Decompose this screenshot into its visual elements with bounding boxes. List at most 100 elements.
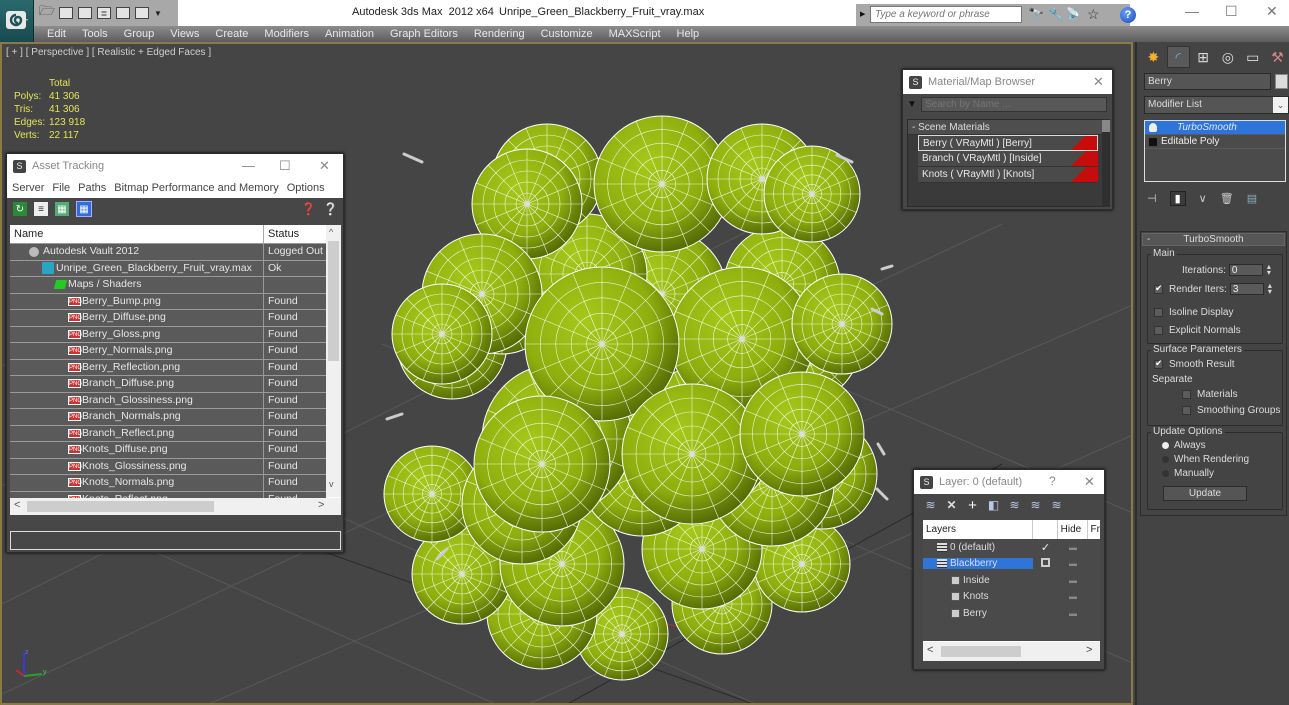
add-to-layer-icon[interactable]: + bbox=[966, 497, 979, 514]
set-current-icon[interactable] bbox=[1041, 557, 1050, 567]
keyword-search-input[interactable] bbox=[870, 6, 1022, 23]
stack-item-editable-poly[interactable]: Editable Poly bbox=[1145, 135, 1285, 149]
star-icon[interactable]: ☆ bbox=[1087, 6, 1100, 23]
display-tab-icon[interactable]: ▭ bbox=[1241, 46, 1264, 68]
menu-create[interactable]: Create bbox=[199, 28, 248, 40]
column-layers[interactable]: Layers bbox=[923, 520, 1033, 539]
hide-toggle[interactable]: ▬ bbox=[1058, 609, 1088, 618]
asset-tracking-titlebar[interactable]: S Asset Tracking — ☐ ✕ bbox=[7, 154, 343, 178]
menu-graph-editors[interactable]: Graph Editors bbox=[374, 28, 458, 40]
object-color-swatch[interactable] bbox=[1275, 74, 1288, 89]
material-item-berry[interactable]: Berry ( VRayMtl ) [Berry] bbox=[918, 135, 1098, 151]
iterations-spinner[interactable]: 0 bbox=[1228, 264, 1263, 276]
expand-icon[interactable] bbox=[1149, 137, 1157, 146]
asset-maximize-button[interactable]: ☐ bbox=[279, 158, 291, 174]
binoculars-icon[interactable]: 🔭 bbox=[1028, 7, 1044, 23]
material-browser-titlebar[interactable]: S Material/Map Browser ✕ bbox=[903, 70, 1112, 94]
scroll-right-icon[interactable]: > bbox=[1086, 644, 1092, 656]
menu-tools[interactable]: Tools bbox=[66, 28, 108, 40]
pin-stack-icon[interactable]: ⊣ bbox=[1147, 192, 1157, 205]
asset-row[interactable]: PNG Branch_Diffuse.png Found bbox=[10, 376, 326, 393]
asset-row[interactable]: PNG Branch_Glossiness.png Found bbox=[10, 392, 326, 409]
viewport-label[interactable]: [ + ] [ Perspective ] [ Realistic + Edge… bbox=[6, 47, 211, 58]
select-layer-icon[interactable]: ≋ bbox=[1008, 498, 1021, 512]
asset-row[interactable]: Autodesk Vault 2012 Logged Out bbox=[10, 244, 326, 261]
material-list-scrollbar[interactable] bbox=[1102, 119, 1110, 207]
spinner-arrows-icon[interactable]: ▴ ▾ bbox=[1267, 263, 1271, 277]
update-manually-radio[interactable] bbox=[1162, 470, 1169, 477]
help-icon[interactable]: ❓ bbox=[301, 202, 316, 216]
asset-menu-bitmap-performance[interactable]: Bitmap Performance and Memory bbox=[114, 182, 278, 194]
scroll-left-icon[interactable]: < bbox=[14, 499, 20, 511]
isoline-display-checkbox[interactable] bbox=[1154, 308, 1163, 317]
hide-toggle[interactable]: ▬ bbox=[1058, 543, 1088, 552]
asset-row[interactable]: PNG Knots_Normals.png Found bbox=[10, 475, 326, 492]
scroll-thumb[interactable] bbox=[27, 501, 214, 512]
hide-toggle[interactable]: ▬ bbox=[1058, 592, 1088, 601]
material-item-knots[interactable]: Knots ( VRayMtl ) [Knots] bbox=[918, 167, 1098, 183]
list-view-icon[interactable]: ≡ bbox=[34, 202, 48, 216]
update-when-rendering-radio[interactable] bbox=[1162, 456, 1169, 463]
lightbulb-icon[interactable] bbox=[1149, 123, 1157, 132]
hierarchy-tab-icon[interactable]: ⊞ bbox=[1192, 46, 1215, 68]
column-status[interactable]: Status bbox=[264, 225, 324, 243]
layer-row[interactable]: Knots ▬ bbox=[923, 589, 1100, 606]
close-button[interactable]: ✕ bbox=[1266, 3, 1278, 20]
scroll-left-icon[interactable]: < bbox=[927, 644, 933, 656]
modify-tab-icon[interactable]: ◜ bbox=[1166, 46, 1190, 68]
hold-icon[interactable] bbox=[135, 7, 149, 19]
menu-edit[interactable]: Edit bbox=[34, 28, 66, 40]
create-layer-icon[interactable]: ≋ bbox=[924, 498, 937, 512]
options-dropdown-icon[interactable]: ▼ bbox=[907, 99, 921, 110]
spinner-arrows-icon[interactable]: ▴ ▾ bbox=[1268, 282, 1272, 296]
asset-row[interactable]: PNG Berry_Diffuse.png Found bbox=[10, 310, 326, 327]
object-name-field[interactable] bbox=[1144, 73, 1271, 90]
asset-menu-server[interactable]: Server bbox=[12, 182, 44, 194]
create-tab-icon[interactable]: ✸ bbox=[1142, 46, 1165, 68]
menu-maxscript[interactable]: MAXScript bbox=[593, 28, 661, 40]
asset-row[interactable]: PNG Branch_Normals.png Found bbox=[10, 409, 326, 426]
scroll-thumb[interactable] bbox=[1102, 120, 1110, 132]
layer-row[interactable]: Berry ▬ bbox=[923, 605, 1100, 622]
collapse-icon[interactable]: - bbox=[1147, 234, 1150, 245]
minimize-button[interactable]: — bbox=[1185, 3, 1199, 19]
asset-row[interactable]: Unripe_Green_Blackberry_Fruit_vray.max Ok bbox=[10, 260, 326, 277]
column-hide[interactable]: Hide bbox=[1058, 520, 1088, 539]
open-folder-icon[interactable]: 🗁 bbox=[39, 3, 55, 19]
asset-row[interactable]: PNG Branch_Reflect.png Found bbox=[10, 425, 326, 442]
undo-icon[interactable] bbox=[78, 7, 92, 19]
save-icon[interactable] bbox=[59, 7, 73, 19]
menu-help[interactable]: Help bbox=[661, 28, 700, 40]
scroll-thumb[interactable] bbox=[328, 241, 339, 361]
scroll-right-icon[interactable]: > bbox=[318, 499, 324, 511]
separate-materials-checkbox[interactable] bbox=[1182, 390, 1191, 399]
asset-minimize-button[interactable]: — bbox=[242, 158, 255, 173]
asset-close-button[interactable]: ✕ bbox=[319, 158, 330, 174]
render-iters-spinner[interactable]: 3 bbox=[1229, 283, 1264, 295]
project-icon[interactable]: ≣ bbox=[97, 7, 111, 19]
asset-row[interactable]: PNG Berry_Normals.png Found bbox=[10, 343, 326, 360]
application-menu-button[interactable] bbox=[0, 0, 34, 42]
rollout-header[interactable]: - TurboSmooth bbox=[1142, 233, 1285, 246]
scene-materials-group[interactable]: - Scene Materials bbox=[908, 120, 1102, 135]
asset-row[interactable]: Maps / Shaders bbox=[10, 277, 326, 294]
show-end-result-icon[interactable]: ▮ bbox=[1169, 191, 1186, 206]
utilities-tab-icon[interactable]: ⚒ bbox=[1266, 46, 1289, 68]
asset-menu-paths[interactable]: Paths bbox=[78, 182, 106, 194]
hide-toggle[interactable]: ▬ bbox=[1058, 559, 1088, 568]
search-expand-icon[interactable]: ▶ bbox=[860, 10, 865, 18]
redo-icon[interactable] bbox=[116, 7, 130, 19]
smooth-result-checkbox[interactable] bbox=[1154, 358, 1163, 369]
hide-toggle[interactable]: ▬ bbox=[1058, 576, 1088, 585]
column-name[interactable]: Name bbox=[10, 225, 264, 243]
select-objects-icon[interactable]: ◧ bbox=[987, 498, 1000, 512]
asset-row[interactable]: PNG Berry_Reflection.png Found bbox=[10, 359, 326, 376]
asset-menu-file[interactable]: File bbox=[52, 182, 70, 194]
render-iters-checkbox[interactable] bbox=[1154, 283, 1163, 294]
layer-window-titlebar[interactable]: S Layer: 0 (default) ? ✕ bbox=[914, 470, 1104, 494]
update-button[interactable]: Update bbox=[1163, 486, 1247, 501]
delete-layer-icon[interactable]: ✕ bbox=[945, 498, 958, 512]
column-freeze[interactable]: Fr bbox=[1088, 520, 1100, 539]
stack-item-turbosmooth[interactable]: TurboSmooth bbox=[1145, 121, 1285, 135]
satellite-icon[interactable]: 📡 bbox=[1066, 7, 1080, 20]
